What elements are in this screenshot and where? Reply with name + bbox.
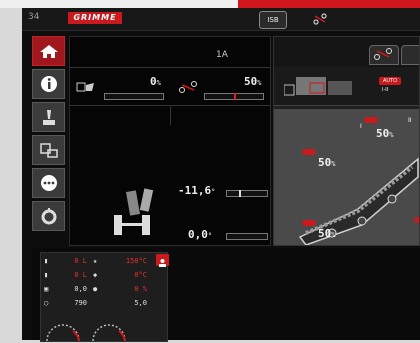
machine-overview: AUTO I-II [274,67,419,106]
conveyor-diagram [298,157,419,245]
rpm-value: 790 [74,299,87,307]
joystick-icon [43,110,55,125]
conveyor-1-value: 50% [376,127,394,140]
header-bar: 34 GRIMME ISB [22,8,420,31]
load-value: 0 % [134,285,147,293]
sidebar-item-home[interactable] [32,36,65,66]
main-status-panel: 1A 0% 50% -11,6° 0,0° [69,36,271,246]
fuel-icon: ▮ [44,257,49,265]
conveyor-diagram-area: 50% I II 50% 50% [274,109,419,245]
tilt-value: -11,6° [178,184,216,197]
isb-button[interactable]: ISB [259,11,287,29]
conveyor-tabs [274,37,419,67]
conveyor-5-toggle[interactable] [414,217,419,223]
bunker-icon [76,82,94,92]
conveyor-1-label: I [360,123,362,130]
list-item: ▮ 0 L ◆ 0°C [41,271,167,283]
divider [170,105,171,125]
hours-icon: ▣ [44,285,49,293]
sidebar-item-joystick[interactable] [32,102,65,132]
speed-level-bar [204,93,264,100]
tilt-level-bar [226,190,268,197]
more-icon [41,175,57,191]
tab-second[interactable] [401,45,419,65]
info-icon [41,76,57,92]
sidebar [32,36,65,234]
speed-value: 50% [244,75,262,88]
oil-temp-value: 0°C [134,271,147,279]
tilt-level-marker [239,190,241,197]
coolant-temp-value: 150°C [125,257,147,265]
sidebar-item-settings[interactable] [32,201,65,231]
sidebar-item-info[interactable] [32,69,65,99]
conveyor-3-toggle[interactable] [302,149,316,155]
coolant-icon: ★ [93,257,98,265]
bunker-value: 0% [150,75,161,88]
slope-value: 0,0° [188,228,213,241]
terminal-screen: 34 GRIMME ISB 1A 0% 50% -11,6° 0,0° AUTO… [22,8,420,342]
top-accent-bar [238,0,420,8]
conveyor-icon [374,48,392,60]
bunker-level-bar [104,93,164,100]
mode-label: I-II [382,87,389,93]
sidebar-item-more[interactable] [32,168,65,198]
conveyor-4-toggle[interactable] [302,220,316,226]
home-icon [40,45,58,58]
engine-status-list: ▮ 0 L ★ 150°C ▮ 0 L ◆ 0°C ▣ 0,0 ● 0 % ◯ … [40,252,168,342]
harvester-overview-icon [284,77,352,96]
tab-conveyors[interactable] [369,45,399,65]
machine-settings-icon [40,143,58,158]
conveyor-4-value: 50% [318,227,336,240]
list-item: ▮ 0 L ★ 150°C [41,257,167,269]
hours-value: 0,0 [74,285,87,293]
speed-icon [179,81,197,93]
conveyor-3-value: 50% [318,156,336,169]
brand-logo: GRIMME [68,12,122,24]
speed-readout: 5,0 [134,299,147,307]
conveyor-2-label: II [408,117,412,124]
chassis-diagram [114,188,154,235]
auto-badge[interactable]: AUTO [379,77,401,85]
rpm-gauge [46,324,80,342]
row-label: 1A [216,50,228,60]
conveyor-1-toggle[interactable] [364,117,378,123]
adblue-icon: ▮ [44,271,49,279]
oil-temp-icon: ◆ [93,271,98,279]
load-icon: ● [93,285,98,293]
alert-button[interactable] [156,254,169,267]
sidebar-item-machine[interactable] [32,135,65,165]
adblue-value: 0 L [74,271,87,279]
fuel-value: 0 L [74,257,87,265]
person-alert-icon [159,259,166,267]
speed-gauge [92,324,126,342]
divider [70,67,270,68]
list-item: ◯ 790 5,0 [41,299,167,311]
rpm-icon: ◯ [44,299,49,307]
header-number: 34 [28,12,40,22]
gear-icon [41,208,57,225]
speed-level-marker [234,93,236,100]
list-item: ▣ 0,0 ● 0 % [41,285,167,297]
conveyor-status-icon[interactable] [313,12,327,26]
bottom-status-area: ▮ 0 L ★ 150°C ▮ 0 L ◆ 0°C ▣ 0,0 ● 0 % ◯ … [32,248,420,342]
slope-level-bar [226,233,268,240]
conveyor-panel: AUTO I-II 50% I II 50% 50% [273,36,420,246]
